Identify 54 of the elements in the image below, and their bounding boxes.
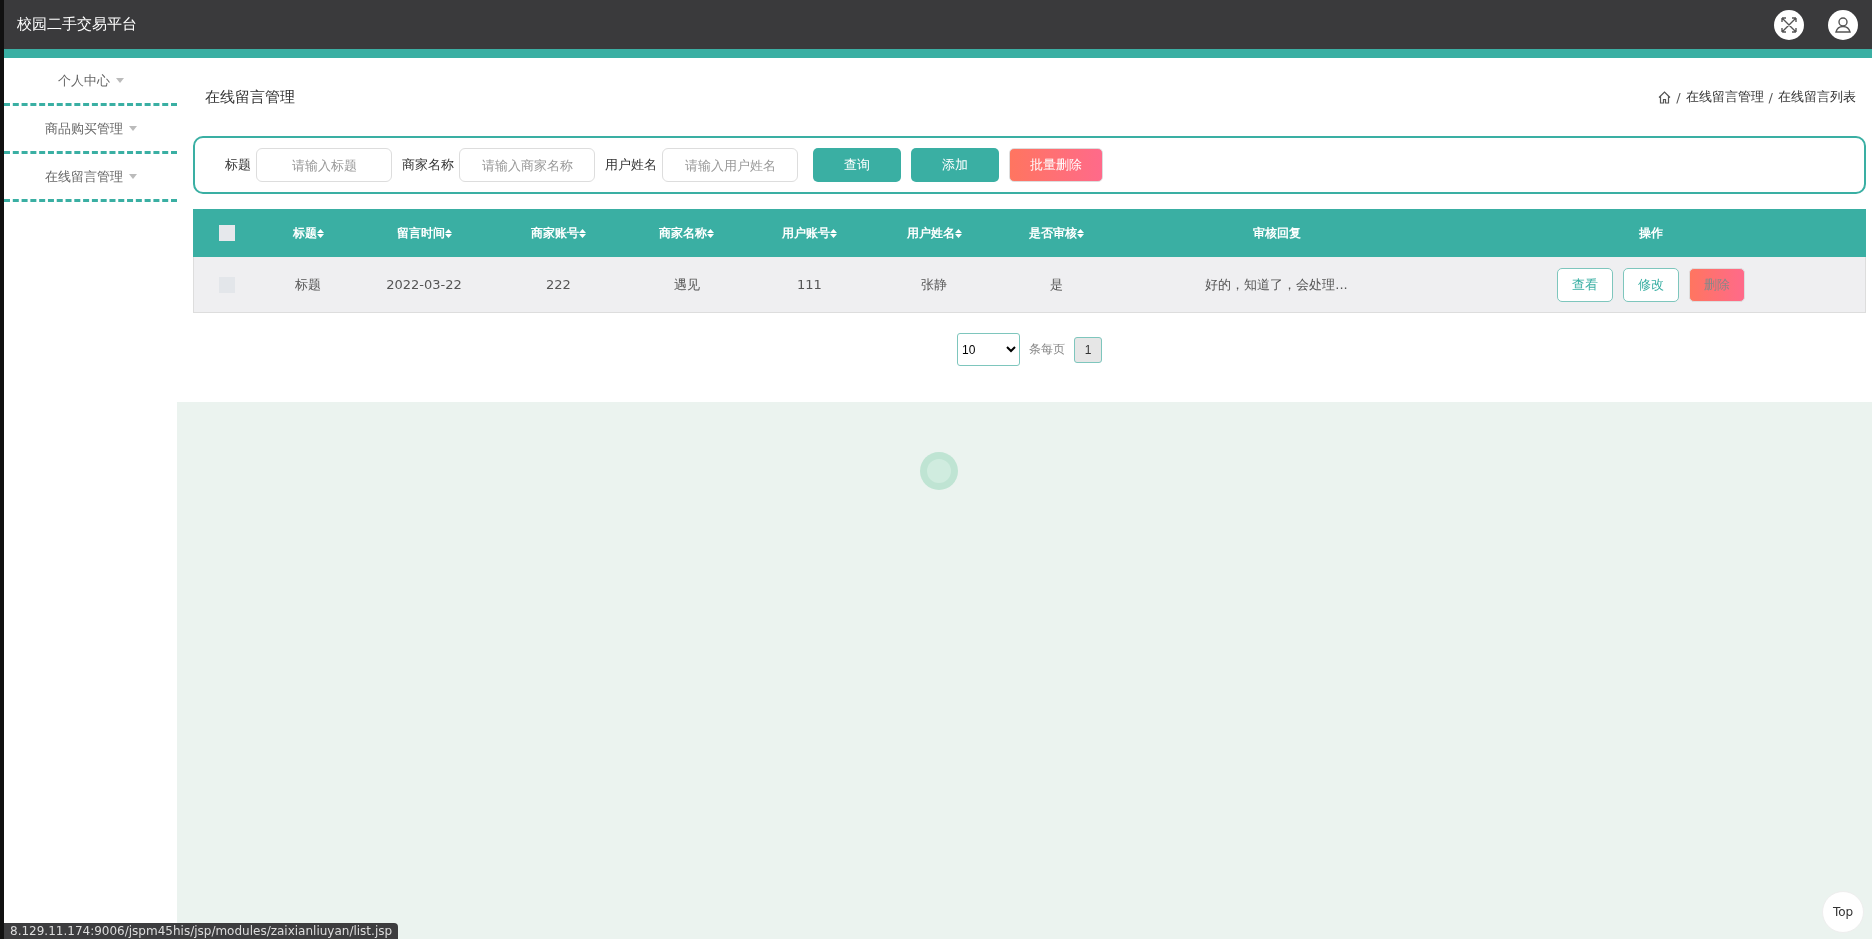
user-icon[interactable] — [1828, 9, 1858, 40]
app-title: 校园二手交易平台 — [17, 15, 137, 34]
table-cell: 111 — [797, 277, 822, 292]
row-action-button[interactable]: 修改 — [1622, 267, 1679, 302]
sort-icon[interactable] — [707, 228, 714, 238]
back-to-top-button[interactable]: Top — [1822, 891, 1864, 933]
action-button[interactable]: 添加 — [911, 148, 999, 182]
sort-icon[interactable] — [444, 228, 452, 238]
column-header[interactable]: 标题 — [292, 224, 324, 242]
sort-icon[interactable] — [954, 228, 962, 238]
action-button[interactable]: 批量删除 — [1009, 148, 1103, 182]
table-cell: 222 — [546, 277, 571, 292]
field-label: 标题 — [225, 156, 251, 174]
action-button[interactable]: 查询 — [813, 148, 901, 182]
page-title: 在线留言管理 — [205, 87, 295, 107]
row-action-button[interactable]: 查看 — [1556, 267, 1613, 302]
column-header[interactable]: 留言时间 — [396, 224, 452, 242]
column-header[interactable]: 商家名称 — [659, 224, 714, 242]
page-button[interactable]: 1 — [1074, 336, 1102, 363]
input-field[interactable]: 请输入商家名称 — [459, 148, 595, 182]
column-header[interactable]: 是否审核 — [1029, 224, 1084, 242]
column-header[interactable]: 商家账号 — [531, 224, 586, 242]
column-header[interactable]: 审核回复 — [1252, 224, 1301, 242]
sort-icon[interactable] — [830, 228, 837, 238]
table-cell: 好的，知道了，会处理... — [1205, 276, 1348, 292]
status-url: 8.129.11.174:9006/jspm45his/jsp/modules/zaixianliuyan/list.jsp — [4, 923, 399, 939]
fullscreen-icon[interactable] — [1774, 9, 1804, 40]
column-header[interactable]: 用户账号 — [782, 224, 837, 242]
table-cell: 标题 — [295, 276, 321, 292]
breadcrumb-separator: / — [1676, 89, 1681, 105]
caret-icon — [115, 78, 124, 83]
loading-spinner-icon — [920, 452, 958, 490]
home-icon[interactable] — [1658, 90, 1672, 104]
table-cell: 2022-03-22 — [386, 277, 462, 292]
input-field[interactable]: 请输入用户姓名 — [662, 148, 798, 182]
column-header[interactable]: 用户姓名 — [906, 224, 962, 242]
table-cell: 是 — [1050, 276, 1063, 292]
breadcrumb-link[interactable]: 在线留言管理 — [1685, 88, 1764, 106]
table-cell: 遇见 — [673, 276, 700, 292]
breadcrumb-link[interactable]: 在线留言列表 — [1778, 88, 1856, 106]
breadcrumb-separator: / — [1768, 89, 1773, 105]
page-size-select[interactable]: 10 — [957, 333, 1020, 366]
field-label: 商家名称 — [402, 156, 454, 174]
column-header[interactable]: 操作 — [1639, 224, 1663, 242]
table-cell: 张静 — [921, 276, 947, 292]
page-size-label: 条每页 — [1029, 341, 1065, 358]
sort-icon[interactable] — [1077, 228, 1084, 238]
checkbox[interactable] — [218, 225, 235, 241]
caret-icon — [128, 174, 137, 179]
sort-icon[interactable] — [316, 228, 324, 238]
field-label: 用户姓名 — [605, 156, 657, 174]
input-field[interactable]: 请输入标题 — [256, 148, 392, 182]
caret-icon — [128, 126, 137, 131]
sort-icon[interactable] — [579, 228, 586, 238]
